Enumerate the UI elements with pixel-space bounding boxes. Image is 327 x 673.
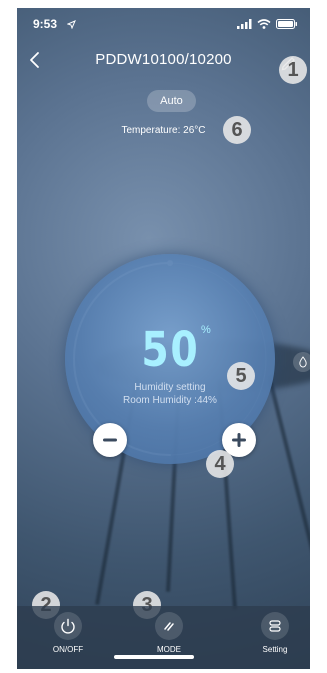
callout-5: 5 xyxy=(227,362,255,390)
water-drop-button[interactable] xyxy=(293,352,310,372)
callout-1: 1 xyxy=(279,56,307,84)
callout-6: 6 xyxy=(223,116,251,144)
tab-setting-label: Setting xyxy=(262,645,288,654)
tab-on-off-label: ON/OFF xyxy=(52,645,84,654)
status-time: 9:53 xyxy=(33,17,58,31)
bottom-toolbar: ON/OFF MODE Setting xyxy=(17,606,310,669)
location-arrow-icon xyxy=(67,20,76,29)
battery-icon xyxy=(276,19,297,29)
callout-4: 4 xyxy=(206,450,234,478)
settings-stack-icon xyxy=(269,620,281,632)
humidity-value: 50 xyxy=(140,322,200,378)
decrease-button[interactable] xyxy=(93,423,127,457)
water-drop-icon xyxy=(299,356,307,368)
tab-setting[interactable]: Setting xyxy=(245,612,305,664)
app-screen: 9:53 PDDW10100/10200 Auto Temperature: 2… xyxy=(17,8,310,669)
humidity-unit: % xyxy=(201,324,211,336)
tab-on-off-icon-circle xyxy=(54,612,82,640)
room-humidity-label: Room Humidity :44% xyxy=(123,395,217,406)
tab-mode-label: MODE xyxy=(157,645,181,654)
tab-on-off[interactable]: ON/OFF xyxy=(38,612,98,664)
cellular-signal-icon xyxy=(237,19,252,29)
temperature-readout: Temperature: 26°C xyxy=(121,125,206,136)
mode-slash-icon xyxy=(164,622,174,631)
chevron-left-icon xyxy=(30,52,39,68)
wifi-icon xyxy=(257,19,271,29)
status-indicators xyxy=(237,19,298,29)
page-title: PDDW10100/10200 xyxy=(95,51,232,68)
tab-mode-icon-circle xyxy=(155,612,183,640)
back-button[interactable] xyxy=(25,48,45,72)
power-icon xyxy=(61,618,75,634)
tab-setting-icon-circle xyxy=(261,612,289,640)
status-bar: 9:53 xyxy=(17,8,310,36)
mode-pill[interactable]: Auto xyxy=(147,90,196,112)
home-indicator[interactable] xyxy=(114,655,194,659)
minus-icon xyxy=(103,438,117,442)
